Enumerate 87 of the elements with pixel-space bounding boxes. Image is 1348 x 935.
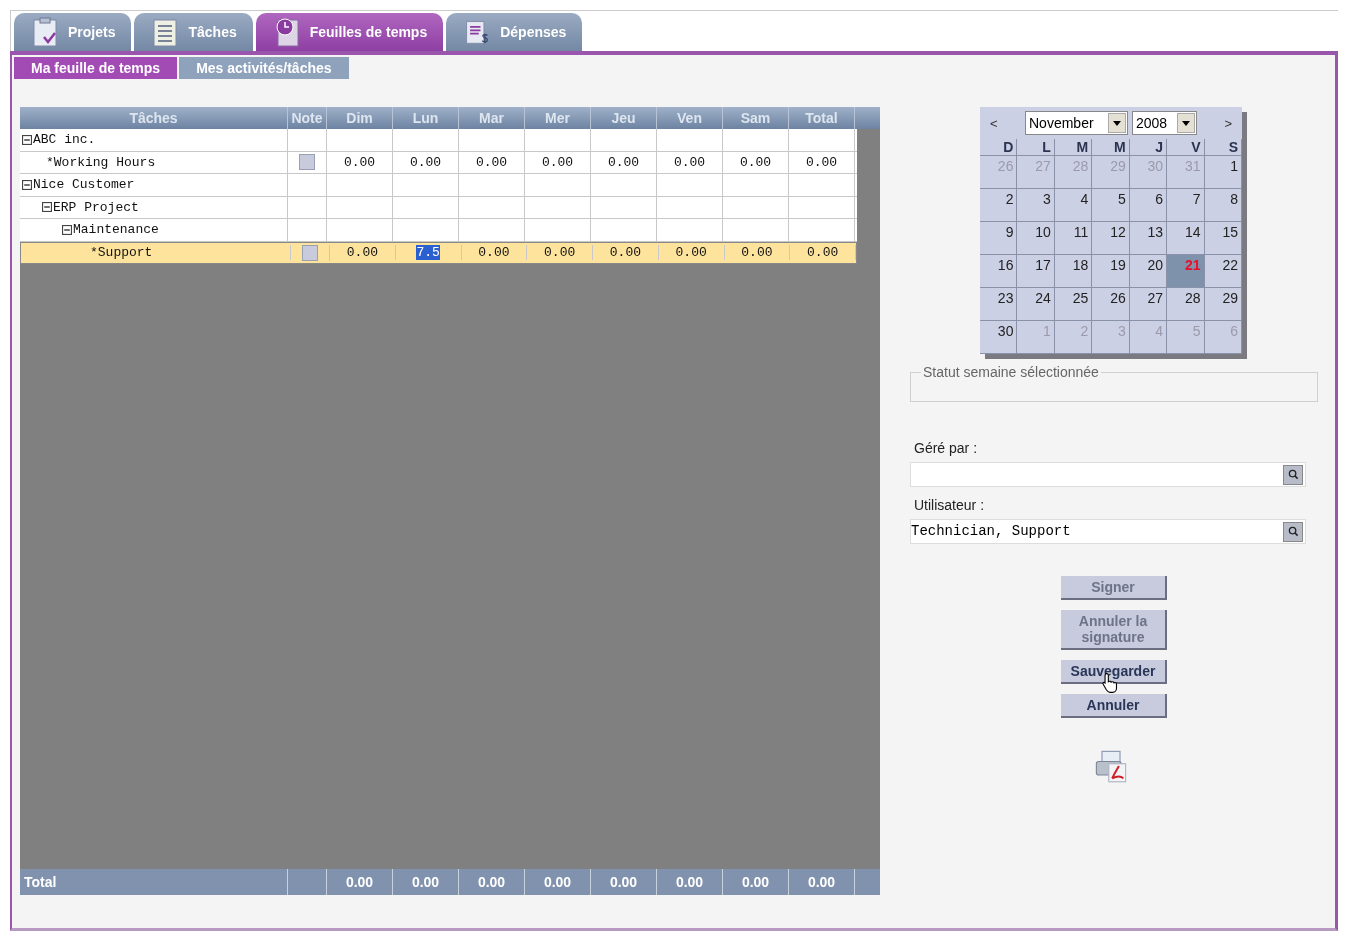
hours-cell[interactable]: 0.00 xyxy=(343,154,376,170)
calendar-day[interactable]: 8 xyxy=(1204,189,1242,222)
group-label: ABC inc. xyxy=(33,132,96,148)
hours-cell[interactable]: 0.00 xyxy=(541,154,574,170)
total-value: 0.00 xyxy=(393,869,459,895)
dropdown-arrow-icon xyxy=(1113,120,1121,126)
hours-cell[interactable]: 0.00 xyxy=(478,245,510,260)
hours-cell[interactable]: 0.00 xyxy=(346,245,378,260)
total-value: 0.00 xyxy=(723,869,789,895)
calendar-day[interactable]: 22 xyxy=(1204,255,1242,288)
collapse-icon[interactable] xyxy=(22,179,32,190)
calendar-day[interactable]: 26 xyxy=(1092,288,1130,321)
total-value: 0.00 xyxy=(657,869,723,895)
weekday-label: J xyxy=(1129,139,1168,156)
calendar-day[interactable]: 3 xyxy=(1017,189,1055,222)
clipboard-check-icon xyxy=(32,17,58,47)
hours-cell[interactable]: 0.00 xyxy=(673,154,706,170)
hours-cell[interactable]: 0.00 xyxy=(607,154,640,170)
action-button[interactable]: Sauvegarder xyxy=(1061,660,1167,684)
calendar-day[interactable]: 19 xyxy=(1092,255,1130,288)
calendar-day[interactable]: 15 xyxy=(1204,222,1242,255)
pdf-print-icon[interactable] xyxy=(1093,748,1129,784)
calendar-day[interactable]: 16 xyxy=(980,255,1018,288)
total-value: 0.00 xyxy=(591,869,657,895)
hours-cell[interactable]: 0.00 xyxy=(807,245,839,260)
hours-cell[interactable]: 0.00 xyxy=(741,245,773,260)
checklist-icon xyxy=(152,17,179,47)
calendar-day[interactable]: 13 xyxy=(1129,222,1168,255)
hours-cell[interactable]: 0.00 xyxy=(609,245,641,260)
sub-tab[interactable]: Ma feuille de temps xyxy=(14,57,178,79)
hours-cell[interactable]: 0.00 xyxy=(805,154,838,170)
calendar-day[interactable]: 25 xyxy=(1054,288,1093,321)
calendar-day[interactable]: 9 xyxy=(980,222,1018,255)
status-legend: Statut semaine sélectionnée xyxy=(921,364,1101,380)
calendar-day[interactable]: 29 xyxy=(1204,288,1242,321)
hours-cell[interactable]: 0.00 xyxy=(675,245,707,260)
clock-icon xyxy=(273,17,300,47)
calendar-day[interactable]: 1 xyxy=(1204,156,1242,189)
calendar-day[interactable]: 4 xyxy=(1054,189,1093,222)
collapse-icon[interactable] xyxy=(42,202,52,213)
calendar-day[interactable]: 27 xyxy=(1129,288,1168,321)
collapse-icon[interactable] xyxy=(62,224,72,235)
calendar-day[interactable]: 18 xyxy=(1054,255,1093,288)
calendar-day[interactable]: 7 xyxy=(1167,189,1205,222)
weekday-label: L xyxy=(1017,139,1055,156)
weekday-label: V xyxy=(1167,139,1205,156)
calendar-day[interactable]: 30 xyxy=(980,321,1018,354)
total-value: 0.00 xyxy=(525,869,591,895)
next-month-button[interactable]: > xyxy=(1224,115,1232,131)
hours-cell[interactable]: 7.5 xyxy=(416,245,440,260)
total-value: 0.00 xyxy=(459,869,525,895)
month-dropdown[interactable]: November xyxy=(1025,111,1128,135)
calendar-day[interactable]: 6 xyxy=(1129,189,1168,222)
total-value: 0.00 xyxy=(789,869,855,895)
total-value: 0.00 xyxy=(327,869,393,895)
module-tab[interactable]: Feuilles de temps xyxy=(255,13,444,51)
group-label: ERP Project xyxy=(53,199,139,215)
calendar-day[interactable]: 5 xyxy=(1092,189,1130,222)
calendar-day[interactable]: 2 xyxy=(980,189,1018,222)
hours-cell[interactable]: 0.00 xyxy=(544,245,576,260)
weekday-label: M xyxy=(1054,139,1093,156)
field-label: Géré par : xyxy=(913,439,979,458)
dropdown-arrow-icon xyxy=(1182,120,1190,126)
weekday-label: D xyxy=(980,139,1018,156)
weekday-label: M xyxy=(1092,139,1130,156)
hours-cell[interactable]: 0.00 xyxy=(475,154,508,170)
group-label: Maintenance xyxy=(73,222,159,238)
previous-month-button[interactable]: < xyxy=(990,115,998,131)
weekday-label: S xyxy=(1204,139,1242,156)
field-label: Utilisateur : xyxy=(913,496,986,515)
calendar-day[interactable]: 23 xyxy=(980,288,1018,321)
calendar-day[interactable]: 24 xyxy=(1017,288,1055,321)
hours-cell[interactable]: 0.00 xyxy=(739,154,772,170)
year-dropdown[interactable]: 2008 xyxy=(1132,111,1197,135)
calendar-day[interactable]: 28 xyxy=(1167,288,1205,321)
hours-cell[interactable]: 0.00 xyxy=(409,154,442,170)
action-button[interactable]: Annuler xyxy=(1061,694,1167,718)
task-label: *Support xyxy=(90,245,153,260)
calendar-day[interactable]: 11 xyxy=(1054,222,1093,255)
collapse-icon[interactable] xyxy=(22,134,32,145)
calendar-day[interactable]: 17 xyxy=(1017,255,1055,288)
calendar-day[interactable]: 12 xyxy=(1092,222,1130,255)
calendar-day[interactable]: 10 xyxy=(1017,222,1055,255)
group-label: Nice Customer xyxy=(33,177,135,193)
note-button[interactable] xyxy=(299,154,315,171)
total-label: Total xyxy=(24,874,57,890)
task-label: *Working Hours xyxy=(46,154,156,170)
